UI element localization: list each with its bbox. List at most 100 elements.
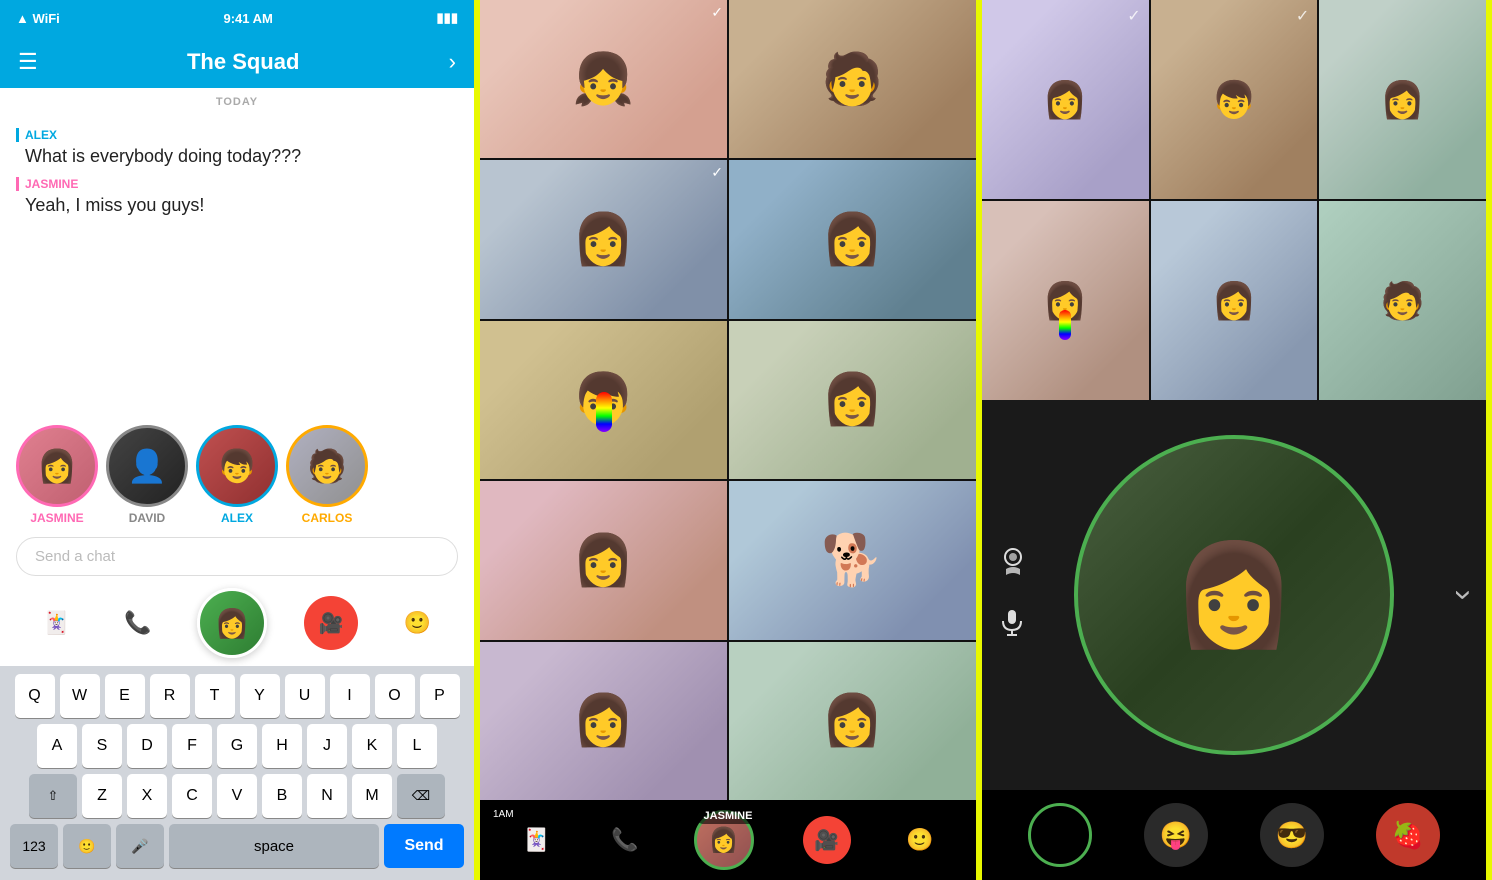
avatar-label-david: DAVID xyxy=(129,511,165,525)
avatar-label-alex: ALEX xyxy=(221,511,253,525)
signal-icons: ▲ WiFi xyxy=(16,11,60,26)
avatar-circle-alex: 👦 xyxy=(196,425,278,507)
key-v[interactable]: V xyxy=(217,774,257,818)
key-r[interactable]: R xyxy=(150,674,190,718)
key-p[interactable]: P xyxy=(420,674,460,718)
key-space[interactable]: space xyxy=(169,824,379,868)
key-g[interactable]: G xyxy=(217,724,257,768)
avatar-david[interactable]: 👤 DAVID xyxy=(106,425,188,525)
key-a[interactable]: A xyxy=(37,724,77,768)
sender-alex: ALEX xyxy=(16,128,458,142)
key-i[interactable]: I xyxy=(330,674,370,718)
mid-sticker-icon[interactable]: 🃏 xyxy=(523,827,550,853)
action-row: 🃏 📞 👩 🎥 🙂 xyxy=(0,580,474,666)
jasmine-badge: JASMINE xyxy=(696,808,761,824)
battery-icon: ▮▮▮ xyxy=(437,10,458,26)
key-o[interactable]: O xyxy=(375,674,415,718)
avatar-jasmine[interactable]: 👩 JASMINE xyxy=(16,425,98,525)
mid-emoji-icon[interactable]: 🙂 xyxy=(906,827,933,853)
key-t[interactable]: T xyxy=(195,674,235,718)
avatar-circle-david: 👤 xyxy=(106,425,188,507)
chevron-right-icon[interactable]: › xyxy=(449,49,456,75)
checkmark-3: ✓ xyxy=(711,164,723,181)
left-panel: ▲ WiFi 9:41 AM ▮▮▮ ☰ The Squad › TODAY A… xyxy=(0,0,480,880)
main-call-circle: 👩 xyxy=(1074,435,1394,755)
empty-circle-button[interactable] xyxy=(1028,803,1092,867)
right-person-2: 👦 xyxy=(1151,0,1318,199)
shift-key[interactable]: ⇧ xyxy=(29,774,77,818)
send-chat-input[interactable]: Send a chat xyxy=(16,537,458,576)
sunglasses-filter-button[interactable]: 😎 xyxy=(1260,803,1324,867)
video-call-icon[interactable]: 🎥 xyxy=(304,596,358,650)
key-q[interactable]: Q xyxy=(15,674,55,718)
message-alex: What is everybody doing today??? xyxy=(25,144,458,169)
face-filter-button[interactable]: 😝 xyxy=(1144,803,1208,867)
camera-button[interactable]: 👩 xyxy=(197,588,267,658)
key-e[interactable]: E xyxy=(105,674,145,718)
phone-icon[interactable]: 📞 xyxy=(116,601,160,645)
avatar-alex[interactable]: 👦 ALEX xyxy=(196,425,278,525)
key-u[interactable]: U xyxy=(285,674,325,718)
avatar-label-carlos: CARLOS xyxy=(302,511,353,525)
right-cell-6: 🧑 xyxy=(1319,201,1486,400)
send-button[interactable]: Send xyxy=(384,824,464,868)
video-cell-4: 👩 xyxy=(729,160,976,318)
person-3: 👩 xyxy=(480,160,727,318)
key-z[interactable]: Z xyxy=(82,774,122,818)
emoji-icon[interactable]: 🙂 xyxy=(395,601,439,645)
person-4: 👩 xyxy=(729,160,976,318)
key-emoji[interactable]: 🙂 xyxy=(63,824,111,868)
menu-icon[interactable]: ☰ xyxy=(18,49,38,75)
chat-area: ALEX What is everybody doing today??? JA… xyxy=(0,112,474,413)
key-w[interactable]: W xyxy=(60,674,100,718)
video-cell-2: 🧑 xyxy=(729,0,976,158)
middle-bottom-bar: 1AM JASMINE 🃏 📞 👩 🎥 🙂 xyxy=(480,800,976,880)
backspace-key[interactable]: ⌫ xyxy=(397,774,445,818)
key-x[interactable]: X xyxy=(127,774,167,818)
right-person-4: 👩 xyxy=(982,201,1149,400)
avatar-label-jasmine: JASMINE xyxy=(30,511,83,525)
chat-title: The Squad xyxy=(187,49,299,75)
key-m[interactable]: M xyxy=(352,774,392,818)
video-cell-1: 👧 ✓ xyxy=(480,0,727,158)
key-y[interactable]: Y xyxy=(240,674,280,718)
status-bar: ▲ WiFi 9:41 AM ▮▮▮ xyxy=(0,0,474,36)
key-n[interactable]: N xyxy=(307,774,347,818)
avatar-circle-carlos: 🧑 xyxy=(286,425,368,507)
key-s[interactable]: S xyxy=(82,724,122,768)
nav-bar: ☰ The Squad › xyxy=(0,36,474,88)
key-k[interactable]: K xyxy=(352,724,392,768)
avatars-row: 👩 JASMINE 👤 DAVID 👦 ALEX 🧑 CARLOS xyxy=(0,413,474,533)
strawberry-button[interactable]: 🍓 xyxy=(1376,803,1440,867)
key-mic[interactable]: 🎤 xyxy=(116,824,164,868)
key-d[interactable]: D xyxy=(127,724,167,768)
key-l[interactable]: L xyxy=(397,724,437,768)
avatar-carlos[interactable]: 🧑 CARLOS xyxy=(286,425,368,525)
key-123[interactable]: 123 xyxy=(10,824,58,868)
key-c[interactable]: C xyxy=(172,774,212,818)
sticker-icon[interactable]: 🃏 xyxy=(35,601,79,645)
right-person-1: 👩 xyxy=(982,0,1149,199)
keyboard-row-3: ⇧ Z X C V B N M ⌫ xyxy=(6,774,468,818)
person-8: 🐕 xyxy=(729,481,976,639)
filter-icon[interactable] xyxy=(998,547,1028,584)
key-b[interactable]: B xyxy=(262,774,302,818)
right-panel: 👩 ✓ 👦 ✓ 👩 👩 👩 🧑 xyxy=(982,0,1486,880)
today-label: TODAY xyxy=(0,88,474,112)
video-cell-5: 👦 xyxy=(480,321,727,479)
checkmark-1: ✓ xyxy=(711,4,723,21)
chevron-down-icon[interactable]: › xyxy=(1446,590,1483,601)
mid-video-button[interactable]: 🎥 xyxy=(803,816,851,864)
mid-phone-icon[interactable]: 📞 xyxy=(611,827,638,853)
video-grid: 👧 ✓ 🧑 👩 ✓ 👩 👦 👩 👩 🐕 👩 xyxy=(480,0,976,800)
rainbow-filter-5 xyxy=(596,392,612,432)
person-9: 👩 xyxy=(480,642,727,800)
key-f[interactable]: F xyxy=(172,724,212,768)
call-side-icons xyxy=(998,547,1028,643)
key-j[interactable]: J xyxy=(307,724,347,768)
right-cell-3: 👩 xyxy=(1319,0,1486,199)
key-h[interactable]: H xyxy=(262,724,302,768)
right-cell-1: 👩 ✓ xyxy=(982,0,1149,199)
keyboard-row-2: A S D F G H J K L xyxy=(6,724,468,768)
microphone-icon[interactable] xyxy=(998,608,1028,643)
